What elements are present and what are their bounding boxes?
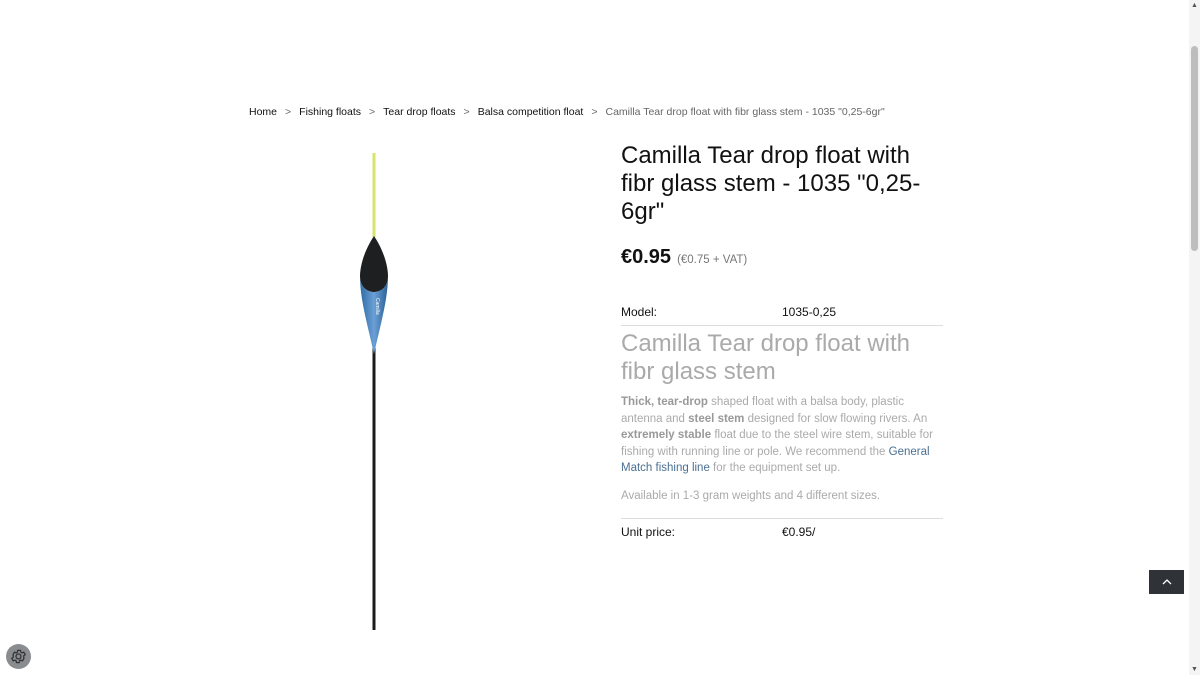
breadcrumb-balsa-competition-float[interactable]: Balsa competition float — [478, 106, 584, 118]
back-to-top-button[interactable] — [1149, 570, 1184, 594]
breadcrumb-home[interactable]: Home — [249, 106, 277, 118]
breadcrumb-separator: > — [369, 106, 376, 118]
price-row: €0.95 (€0.75 + VAT) — [621, 246, 943, 269]
desc-text: for the equipment set up. — [709, 462, 841, 474]
float-body-top — [360, 236, 388, 292]
fishing-float-illustration: Camilla — [360, 153, 388, 630]
desc-bold-text: steel stem — [688, 412, 745, 425]
unit-price-value: €0.95/ — [782, 524, 816, 539]
scroll-down-icon[interactable]: ▼ — [1191, 666, 1198, 673]
float-brand-mark: Camilla — [374, 298, 380, 315]
price-excluding-vat: (€0.75 + VAT) — [677, 254, 748, 266]
breadcrumb-tear-drop-floats[interactable]: Tear drop floats — [383, 106, 455, 118]
product-title: Camilla Tear drop float with fibr glass … — [621, 142, 921, 225]
breadcrumb: Home > Fishing floats > Tear drop floats > Bal… — [249, 106, 885, 118]
availability-text: Available in 1-3 gram weights and 4 diff… — [621, 489, 881, 502]
page-scrollbar[interactable]: ▲ ▼ — [1189, 0, 1200, 675]
description-title: Camilla Tear drop float with fibr glass … — [621, 330, 911, 385]
desc-text: designed for slow flowing rivers. An — [744, 412, 928, 425]
spec-model-label: Model: — [621, 305, 658, 319]
chevron-up-icon — [1162, 579, 1171, 585]
float-antenna — [372, 153, 376, 237]
float-stem — [372, 345, 376, 630]
breadcrumb-current: Camilla Tear drop float with fibr glass … — [605, 106, 885, 118]
product-info: Camilla Tear drop float with fibr glass … — [621, 142, 943, 545]
scroll-up-icon[interactable]: ▲ — [1191, 2, 1198, 9]
breadcrumb-fishing-floats[interactable]: Fishing floats — [299, 106, 361, 118]
spec-model: Model: 1035-0,25 — [621, 299, 943, 326]
scrollbar-thumb[interactable] — [1191, 46, 1198, 251]
unit-price-label: Unit price: — [621, 524, 676, 539]
breadcrumb-separator: > — [591, 106, 598, 118]
gear-icon — [10, 649, 27, 664]
settings-button[interactable] — [6, 644, 31, 669]
product-description: Thick, tear-drop shaped float with a bal… — [621, 394, 943, 477]
spec-model-value: 1035-0,25 — [782, 305, 837, 319]
desc-bold-text: extremely stable — [621, 429, 712, 441]
desc-bold-text: Thick, tear-drop — [621, 396, 708, 408]
spec-unit-price: Unit price: €0.95/ — [621, 517, 943, 545]
product-price: €0.95 — [621, 246, 672, 268]
product-image[interactable]: Camilla — [340, 150, 410, 632]
breadcrumb-separator: > — [285, 106, 292, 118]
breadcrumb-separator: > — [463, 106, 470, 118]
